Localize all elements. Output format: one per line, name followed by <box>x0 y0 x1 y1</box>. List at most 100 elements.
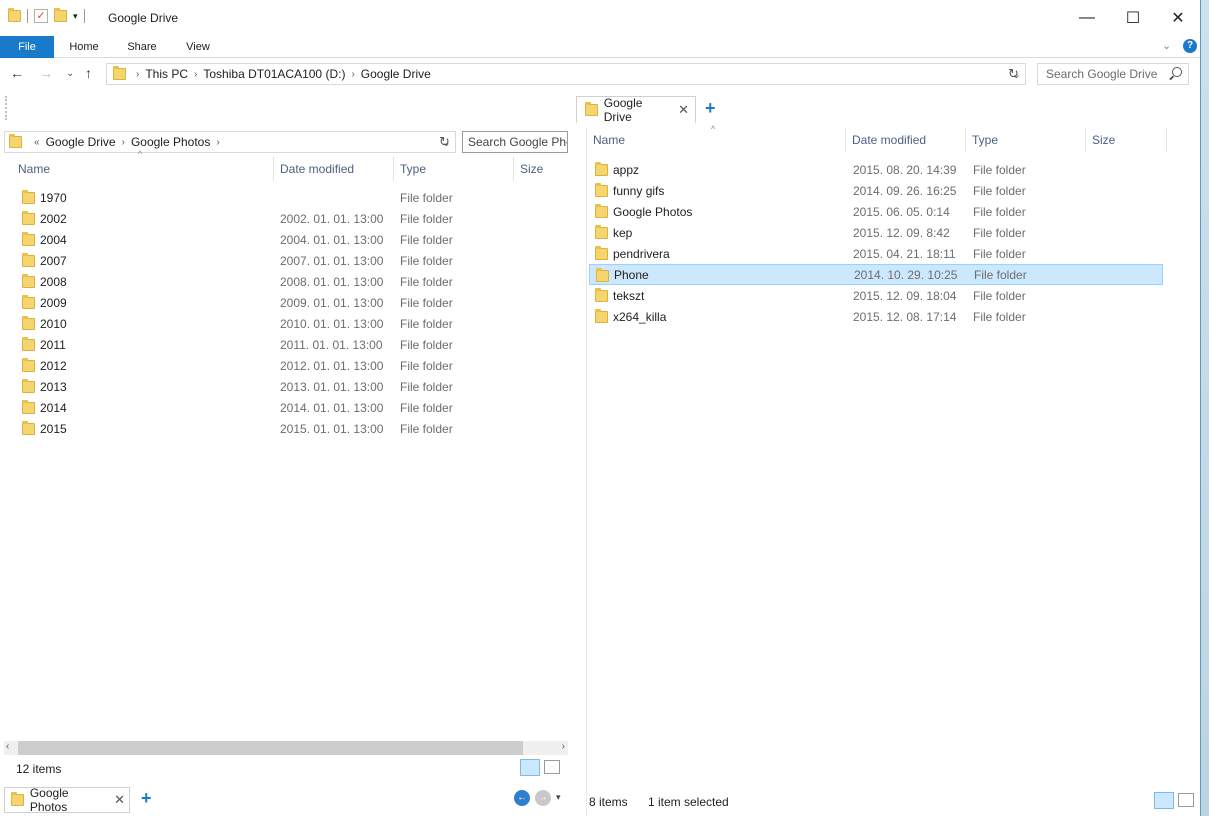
item-type: File folder <box>400 274 453 289</box>
scroll-left-icon[interactable]: ‹ <box>6 741 9 752</box>
item-type: File folder <box>400 211 453 226</box>
col-type[interactable]: Type <box>966 128 1086 152</box>
close-tab-icon[interactable]: ✕ <box>114 792 125 808</box>
close-button[interactable]: ✕ <box>1155 0 1201 36</box>
help-icon[interactable]: ? <box>1183 39 1197 53</box>
chevron-down-icon[interactable]: ⌄ <box>1162 39 1171 52</box>
item-date-modified: 2007. 01. 01. 13:00 <box>280 253 384 268</box>
item-date-modified: 2014. 09. 26. 16:25 <box>853 183 957 198</box>
list-item[interactable]: 2002 2002. 01. 01. 13:00 File folder <box>12 208 568 229</box>
new-tab-button[interactable]: + <box>705 98 716 119</box>
minimize-button[interactable]: — <box>1064 0 1110 36</box>
right-status-selected: 1 item selected <box>648 795 729 809</box>
col-type[interactable]: Type <box>394 157 514 181</box>
breadcrumb-drive[interactable]: Toshiba DT01ACA100 (D:) <box>199 67 349 81</box>
list-item[interactable]: kep 2015. 12. 09. 8:42 File folder <box>589 222 1163 243</box>
left-search-input[interactable]: Search Google Pho <box>462 131 568 153</box>
list-item[interactable]: 2009 2009. 01. 01. 13:00 File folder <box>12 292 568 313</box>
left-address-bar[interactable]: « Google Drive › Google Photos › ⌄ <box>4 131 456 153</box>
list-item[interactable]: Phone 2014. 10. 29. 10:25 File folder <box>589 264 1163 285</box>
pane-divider[interactable] <box>586 128 587 816</box>
folder-icon <box>113 66 126 80</box>
tab-google-photos[interactable]: Google Photos ✕ <box>4 786 130 814</box>
new-folder-icon[interactable] <box>54 8 67 22</box>
address-bar[interactable]: › This PC › Toshiba DT01ACA100 (D:) › Go… <box>106 63 1026 85</box>
chevron-right-icon[interactable]: › <box>349 69 356 80</box>
list-item[interactable]: 2008 2008. 01. 01. 13:00 File folder <box>12 271 568 292</box>
col-name[interactable]: Name <box>587 128 846 152</box>
chevron-right-icon[interactable]: › <box>214 137 221 148</box>
large-icons-view-button[interactable] <box>544 760 560 774</box>
chevron-right-icon[interactable]: › <box>134 69 141 80</box>
properties-icon[interactable]: ✓ <box>34 9 48 23</box>
tab-view[interactable]: View <box>178 36 218 58</box>
list-item[interactable]: 2014 2014. 01. 01. 13:00 File folder <box>12 397 568 418</box>
list-item[interactable]: 2015 2015. 01. 01. 13:00 File folder <box>12 418 568 439</box>
item-name: 1970 <box>40 190 67 205</box>
list-item[interactable]: 2013 2013. 01. 01. 13:00 File folder <box>12 376 568 397</box>
left-status-items: 12 items <box>16 762 62 776</box>
separator <box>27 9 28 23</box>
item-date-modified: 2009. 01. 01. 13:00 <box>280 295 384 310</box>
chevron-right-icon[interactable]: › <box>120 137 127 148</box>
forward-arrow-icon[interactable]: → <box>39 65 53 81</box>
item-type: File folder <box>973 246 1026 261</box>
close-tab-icon[interactable]: ✕ <box>678 102 689 118</box>
scrollbar-thumb[interactable] <box>18 741 523 755</box>
history-dropdown-icon[interactable]: ▾ <box>556 792 561 803</box>
breadcrumb-google-drive[interactable]: Google Drive <box>42 135 120 149</box>
folder-icon <box>595 225 608 239</box>
list-item[interactable]: tekszt 2015. 12. 09. 18:04 File folder <box>589 285 1163 306</box>
back-arrow-icon[interactable]: ← <box>10 65 24 81</box>
col-name[interactable]: Name <box>12 157 274 181</box>
details-view-button[interactable] <box>520 759 540 776</box>
col-size[interactable]: Size <box>514 157 568 181</box>
back-nav-icon[interactable]: ← <box>514 790 530 806</box>
list-item[interactable]: Google Photos 2015. 06. 05. 0:14 File fold… <box>589 201 1163 222</box>
chevron-right-icon[interactable]: › <box>192 69 199 80</box>
maximize-button[interactable]: ☐ <box>1110 0 1156 36</box>
list-item[interactable]: 2012 2012. 01. 01. 13:00 File folder <box>12 355 568 376</box>
search-placeholder: Search Google Drive <box>1046 67 1158 81</box>
tab-label: Google Drive <box>603 95 643 124</box>
list-item[interactable]: 2011 2011. 01. 01. 13:00 File folder <box>12 334 568 355</box>
item-date-modified: 2015. 08. 20. 14:39 <box>853 162 957 177</box>
right-column-headers: Name Date modified Type Size ^ <box>587 124 1167 153</box>
item-name: 2015 <box>40 421 67 436</box>
search-input[interactable]: Search Google Drive <box>1037 63 1189 85</box>
up-arrow-icon[interactable]: ↑ <box>85 65 92 81</box>
list-item[interactable]: 2010 2010. 01. 01. 13:00 File folder <box>12 313 568 334</box>
col-date-modified[interactable]: Date modified <box>274 157 394 181</box>
list-item[interactable]: funny gifs 2014. 09. 26. 16:25 File folder <box>589 180 1163 201</box>
refresh-icon[interactable]: ↻ <box>1008 66 1019 82</box>
list-item[interactable]: x264_killa 2015. 12. 08. 17:14 File folder <box>589 306 1163 327</box>
forward-nav-icon[interactable]: → <box>535 790 551 806</box>
breadcrumb-prefix[interactable]: « <box>32 137 42 148</box>
item-name: 2004 <box>40 232 67 247</box>
tab-file[interactable]: File <box>0 36 54 58</box>
breadcrumb-google-drive[interactable]: Google Drive <box>357 67 435 81</box>
scroll-right-icon[interactable]: › <box>562 741 565 752</box>
breadcrumb-this-pc[interactable]: This PC <box>141 67 192 81</box>
list-item[interactable]: 1970 File folder <box>12 187 568 208</box>
large-icons-view-button[interactable] <box>1178 793 1194 807</box>
new-tab-button[interactable]: + <box>141 788 152 809</box>
folder-icon <box>22 316 35 330</box>
list-item[interactable]: pendrivera 2015. 04. 21. 18:11 File folder <box>589 243 1163 264</box>
tab-share[interactable]: Share <box>120 36 164 58</box>
horizontal-scrollbar[interactable]: ‹ › <box>4 741 568 755</box>
refresh-icon[interactable]: ↻ <box>439 134 450 150</box>
col-size[interactable]: Size <box>1086 128 1167 152</box>
recent-locations-icon[interactable]: ⌄ <box>66 68 74 79</box>
item-date-modified: 2002. 01. 01. 13:00 <box>280 211 384 226</box>
col-date-modified[interactable]: Date modified <box>846 128 966 152</box>
details-view-button[interactable] <box>1154 792 1174 809</box>
breadcrumb-google-photos[interactable]: Google Photos <box>127 135 214 149</box>
quick-access-toolbar: ✓ ▾ <box>8 8 85 23</box>
customize-toolbar-icon[interactable]: ▾ <box>73 11 78 22</box>
tab-google-drive[interactable]: Google Drive ✕ <box>576 96 696 124</box>
list-item[interactable]: appz 2015. 08. 20. 14:39 File folder <box>589 159 1163 180</box>
list-item[interactable]: 2004 2004. 01. 01. 13:00 File folder <box>12 229 568 250</box>
list-item[interactable]: 2007 2007. 01. 01. 13:00 File folder <box>12 250 568 271</box>
tab-home[interactable]: Home <box>62 36 106 58</box>
